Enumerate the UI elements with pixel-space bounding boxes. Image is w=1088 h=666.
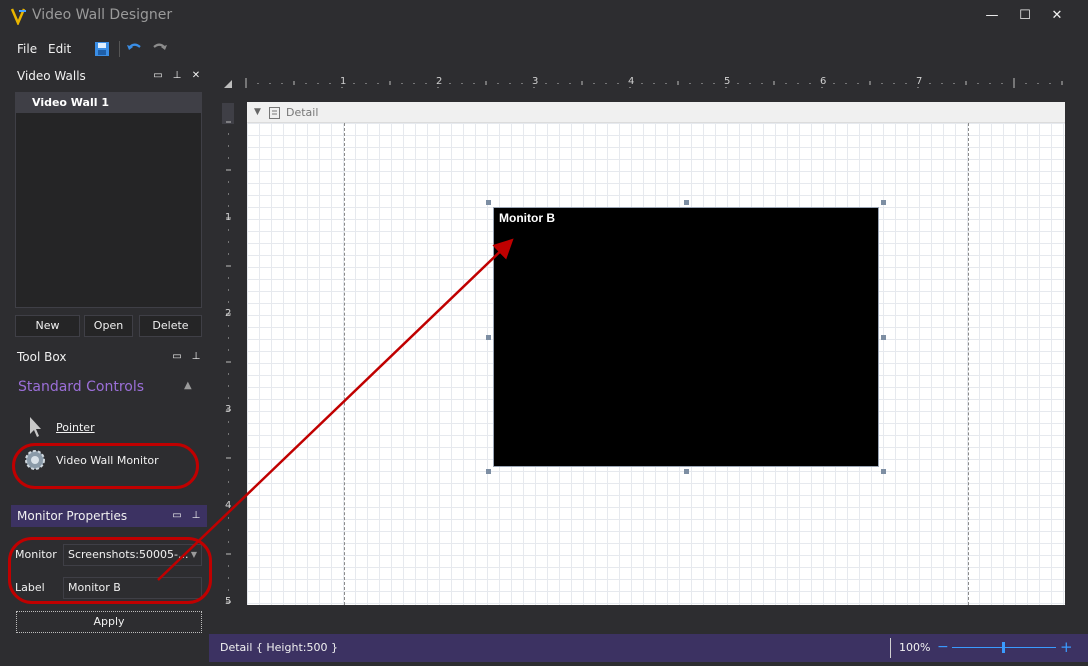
open-button[interactable]: Open [84,315,133,337]
margin-guide-left [344,123,345,605]
float-pane-icon[interactable]: ▭ [171,510,183,522]
ruler-label: 5 [723,76,732,87]
collapse-band-icon[interactable]: ▼ [254,107,261,117]
video-wall-list[interactable] [15,92,202,308]
resize-handle[interactable] [881,335,886,340]
zoom-in-button[interactable]: + [1060,638,1073,656]
float-pane-icon[interactable]: ▭ [171,351,183,363]
highlight-oval-toolbox [12,443,199,489]
minimize-button[interactable]: — [977,6,1007,26]
ruler-label: 1 [339,76,348,87]
ruler-label: 4 [225,500,232,511]
menu-file[interactable]: File [17,42,37,56]
ruler-label: 7 [915,76,924,87]
video-walls-header: Video Walls [17,69,86,83]
monitor-properties-title: Monitor Properties [17,509,128,523]
resize-handle[interactable] [684,200,689,205]
resize-handle[interactable] [486,200,491,205]
ruler-label: 1 [225,212,232,223]
zoom-slider-thumb[interactable] [1002,642,1005,653]
pointer-tool[interactable]: Pointer [56,421,95,434]
highlight-oval-properties [8,537,212,604]
apply-button[interactable]: Apply [16,611,202,633]
margin-guide-right [968,123,969,605]
pin-icon[interactable]: ⊥ [190,351,202,363]
band-label: Detail [286,106,319,119]
save-icon[interactable] [93,40,111,58]
redo-icon[interactable] [151,40,169,58]
ruler-ticks [226,121,231,603]
vertical-ruler: 1 2 3 4 5 [222,92,238,607]
ruler-ticks [224,78,1063,88]
status-bar: Detail { Height:500 } 100% − + [209,634,1088,662]
monitor-title: Monitor B [499,211,555,225]
pin-icon[interactable]: ⊥ [190,510,202,522]
resize-handle[interactable] [486,335,491,340]
design-surface[interactable]: ▼ Detail Monitor B [247,102,1065,605]
toolbox-header: Tool Box [17,350,67,364]
close-pane-icon[interactable]: ✕ [190,70,202,82]
resize-handle[interactable] [486,469,491,474]
monitor-properties-header: Monitor Properties ▭ ⊥ [11,505,207,527]
resize-handle[interactable] [881,200,886,205]
float-pane-icon[interactable]: ▭ [152,70,164,82]
undo-icon[interactable] [125,40,143,58]
menu-edit[interactable]: Edit [48,42,71,56]
ruler-label: 2 [435,76,444,87]
standard-controls-group[interactable]: Standard Controls [18,379,144,395]
zoom-out-button[interactable]: − [937,639,949,655]
resize-handle[interactable] [684,469,689,474]
resize-handle[interactable] [881,469,886,474]
horizontal-ruler: 1 2 3 4 5 6 7 [222,74,1065,92]
detail-band-header[interactable]: ▼ Detail [247,102,1065,123]
toolbar-separator [119,41,120,57]
band-icon [269,107,280,119]
ruler-label: 3 [225,404,232,415]
pointer-icon [30,417,41,437]
status-separator [890,638,891,658]
delete-button[interactable]: Delete [139,315,202,337]
ruler-label: 2 [225,308,232,319]
ruler-label: 3 [531,76,540,87]
ruler-label: 4 [627,76,636,87]
list-item[interactable]: Video Wall 1 [16,93,201,113]
status-text: Detail { Height:500 } [220,641,338,654]
monitor-control[interactable]: Monitor B [493,207,879,467]
ruler-label: 5 [225,596,232,607]
zoom-level: 100% [899,641,931,654]
collapse-icon[interactable]: ▲ [184,380,192,391]
ruler-label: 6 [819,76,828,87]
maximize-button[interactable]: ☐ [1010,6,1040,26]
close-window-button[interactable]: ✕ [1042,6,1072,26]
pin-icon[interactable]: ⊥ [171,70,183,82]
title-bar: Video Wall Designer — ☐ ✕ [0,0,1088,32]
new-button[interactable]: New [15,315,80,337]
app-logo-icon [10,8,26,25]
window-title: Video Wall Designer [32,7,173,23]
